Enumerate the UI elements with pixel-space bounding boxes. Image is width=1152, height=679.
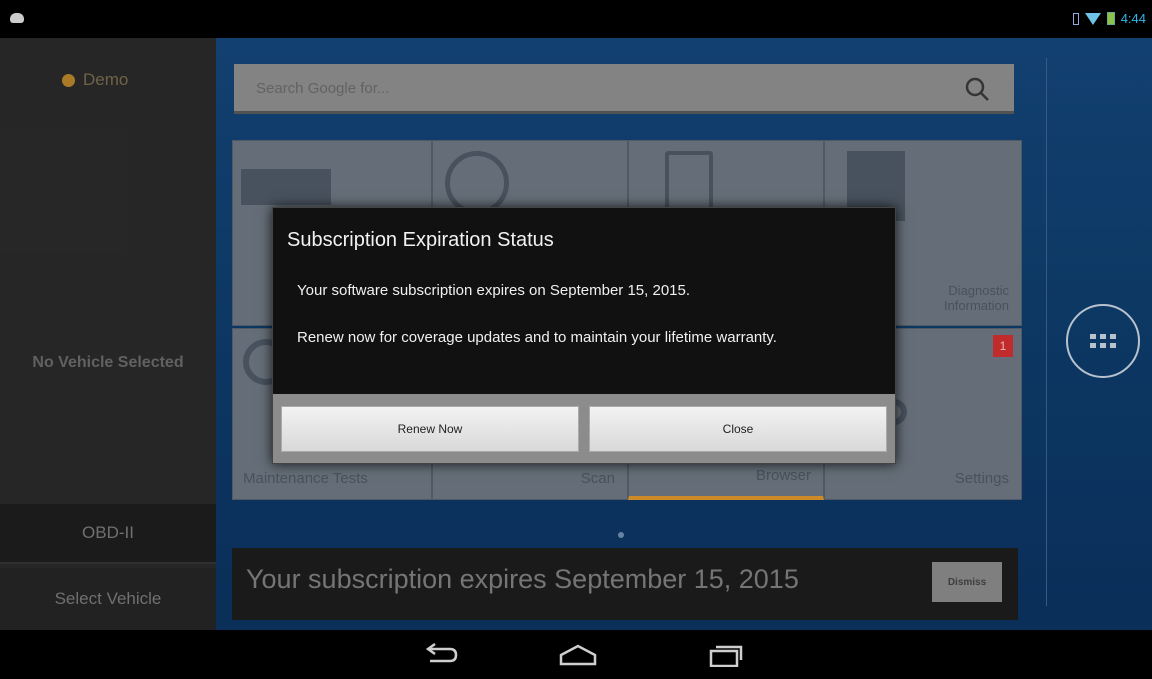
- subscription-dialog: Subscription Expiration Status Your soft…: [272, 207, 896, 464]
- dialog-title: Subscription Expiration Status: [287, 229, 554, 251]
- battery-icon: [1106, 12, 1115, 25]
- dialog-message: Your software subscription expires on Se…: [297, 282, 691, 299]
- renew-now-button[interactable]: Renew Now: [281, 406, 579, 452]
- dialog-message-renew: Renew now for coverage updates and to ma…: [297, 329, 777, 346]
- recent-apps-icon[interactable]: [708, 643, 744, 667]
- dialog-button-bar: Renew Now Close: [273, 394, 895, 463]
- clock: 4:44: [1120, 11, 1146, 26]
- navigation-bar: [0, 630, 1152, 679]
- home-icon[interactable]: [558, 643, 598, 667]
- notification-icon: [10, 13, 24, 23]
- close-button[interactable]: Close: [589, 406, 887, 452]
- status-bar: 4:44: [0, 0, 1152, 38]
- status-icons: 4:44: [1072, 11, 1146, 26]
- back-icon[interactable]: [422, 643, 458, 667]
- signal-icon: [1072, 12, 1079, 25]
- wifi-icon: [1084, 12, 1101, 25]
